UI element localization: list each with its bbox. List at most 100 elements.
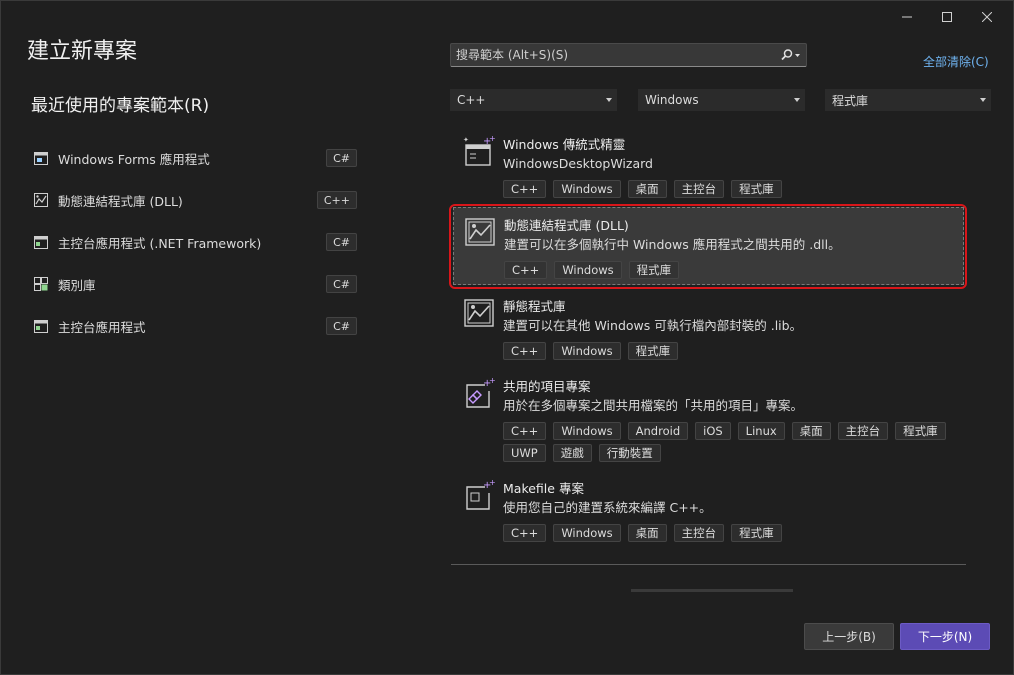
chevron-down-icon bbox=[606, 98, 612, 102]
window-controls bbox=[887, 7, 1007, 27]
template-item-windows-desktop-wizard[interactable]: + + ✦ Windows 傳統式精靈 WindowsDesktopWizard C… bbox=[451, 127, 966, 207]
language-badge: C# bbox=[326, 149, 357, 167]
tag: C++ bbox=[504, 261, 548, 279]
maximize-button[interactable] bbox=[927, 7, 967, 27]
platform-filter-dropdown[interactable]: Windows bbox=[638, 89, 805, 111]
template-list: + + ✦ Windows 傳統式精靈 WindowsDesktopWizard C… bbox=[449, 127, 967, 551]
template-tags: C++ Windows 程式庫 bbox=[504, 261, 953, 279]
language-badge: C# bbox=[326, 317, 357, 335]
class-library-icon bbox=[34, 277, 48, 291]
template-description: 建置可以在其他 Windows 可執行檔內部封裝的 .lib。 bbox=[503, 318, 803, 333]
template-name: 動態連結程式庫 (DLL) bbox=[504, 218, 629, 233]
chevron-down-icon bbox=[980, 98, 986, 102]
recent-item-label: 類別庫 bbox=[58, 277, 96, 293]
template-name: 靜態程式庫 bbox=[503, 299, 566, 314]
chevron-down-icon bbox=[794, 98, 800, 102]
recent-templates-heading: 最近使用的專案範本(R) bbox=[31, 96, 210, 116]
tag: 程式庫 bbox=[895, 422, 946, 440]
language-filter-dropdown[interactable]: C++ bbox=[450, 89, 617, 111]
platform-filter-value: Windows bbox=[645, 93, 699, 107]
makefile-project-icon: + + bbox=[463, 478, 496, 511]
template-tags: C++ Windows 桌面 主控台 程式庫 bbox=[503, 524, 956, 542]
dll-library-icon bbox=[464, 216, 496, 248]
language-badge: C# bbox=[326, 275, 357, 293]
template-description: 建置可以在多個執行中 Windows 應用程式之間共用的 .dll。 bbox=[504, 237, 841, 252]
close-icon bbox=[982, 12, 992, 22]
search-input[interactable] bbox=[451, 48, 776, 62]
search-icon[interactable] bbox=[776, 49, 806, 61]
recent-item[interactable]: 類別庫 C# bbox=[31, 263, 361, 305]
tag: 程式庫 bbox=[628, 261, 680, 279]
template-item-shared-items[interactable]: + + 共用的項目專案 用於在多個專案之間共用檔案的「共用的項目」專案。 C++ … bbox=[451, 369, 966, 471]
tag: C++ bbox=[503, 342, 547, 360]
recent-item-label: 主控台應用程式 bbox=[58, 319, 146, 335]
tag: Windows bbox=[553, 180, 621, 198]
template-description: WindowsDesktopWizard bbox=[503, 156, 653, 171]
recent-item[interactable]: 主控台應用程式 C# bbox=[31, 305, 361, 347]
language-badge: C++ bbox=[316, 191, 357, 209]
tag: C++ bbox=[503, 422, 547, 440]
tag: UWP bbox=[503, 444, 546, 462]
template-description: 使用您自己的建置系統來編譯 C++。 bbox=[503, 500, 712, 515]
recent-item[interactable]: Windows Forms 應用程式 C# bbox=[31, 137, 361, 179]
tag: Android bbox=[627, 422, 689, 440]
template-name: Makefile 專案 bbox=[503, 481, 584, 496]
template-item-makefile[interactable]: + + Makefile 專案 使用您自己的建置系統來編譯 C++。 C++ Wi… bbox=[451, 471, 966, 551]
template-item-dll[interactable]: 動態連結程式庫 (DLL) 建置可以在多個執行中 Windows 應用程式之間共… bbox=[449, 204, 967, 289]
next-button[interactable]: 下一步(N) bbox=[900, 623, 990, 650]
tag: 程式庫 bbox=[627, 342, 679, 360]
tag: C++ bbox=[503, 524, 547, 542]
static-library-icon bbox=[463, 297, 495, 329]
tag: 桌面 bbox=[627, 524, 667, 542]
recent-item[interactable]: 主控台應用程式 (.NET Framework) C# bbox=[31, 221, 361, 263]
project-type-filter-dropdown[interactable]: 程式庫 bbox=[825, 89, 991, 111]
tag: 桌面 bbox=[791, 422, 831, 440]
tag: 桌面 bbox=[627, 180, 667, 198]
language-badge: C# bbox=[326, 233, 357, 251]
back-button[interactable]: 上一步(B) bbox=[804, 623, 894, 650]
template-name: Windows 傳統式精靈 bbox=[503, 137, 626, 152]
wizard-icon: + + ✦ bbox=[463, 134, 496, 167]
minimize-icon bbox=[902, 16, 912, 18]
tag: C++ bbox=[503, 180, 547, 198]
tag: 程式庫 bbox=[731, 524, 782, 542]
clear-all-link[interactable]: 全部清除(C) bbox=[923, 53, 989, 70]
template-search-box bbox=[450, 43, 807, 67]
tag: 主控台 bbox=[673, 180, 725, 198]
tag: 程式庫 bbox=[731, 180, 782, 198]
tag: Windows bbox=[553, 422, 621, 440]
template-name: 共用的項目專案 bbox=[503, 379, 591, 394]
template-tags: C++ Windows Android iOS Linux 桌面 主控台 程式庫… bbox=[503, 422, 956, 462]
tag: 行動裝置 bbox=[598, 444, 661, 462]
tag: 主控台 bbox=[673, 524, 725, 542]
form-window-icon bbox=[34, 151, 48, 165]
template-description: 用於在多個專案之間共用檔案的「共用的項目」專案。 bbox=[503, 398, 804, 413]
console-app-icon bbox=[34, 235, 48, 249]
tag: Windows bbox=[553, 342, 621, 360]
tag: 主控台 bbox=[837, 422, 889, 440]
project-type-filter-value: 程式庫 bbox=[832, 93, 869, 108]
recent-item-label: Windows Forms 應用程式 bbox=[58, 151, 210, 167]
tag: 遊戲 bbox=[552, 444, 592, 462]
tag: Windows bbox=[554, 261, 622, 279]
shared-items-icon: + + bbox=[463, 376, 496, 409]
minimize-button[interactable] bbox=[887, 7, 927, 27]
svg-text:+: + bbox=[489, 377, 495, 385]
tag: Windows bbox=[553, 524, 621, 542]
tag: Linux bbox=[737, 422, 785, 440]
horizontal-scrollbar[interactable] bbox=[631, 589, 793, 592]
close-button[interactable] bbox=[967, 7, 1007, 27]
tag: iOS bbox=[695, 422, 731, 440]
recent-item[interactable]: 動態連結程式庫 (DLL) C++ bbox=[31, 179, 361, 221]
console-app-icon bbox=[34, 319, 48, 333]
svg-text:+: + bbox=[489, 135, 495, 143]
language-filter-value: C++ bbox=[457, 93, 486, 107]
template-item-static-library[interactable]: 靜態程式庫 建置可以在其他 Windows 可執行檔內部封裝的 .lib。 C+… bbox=[451, 289, 966, 369]
template-tags: C++ Windows 桌面 主控台 程式庫 bbox=[503, 180, 956, 198]
dll-library-icon bbox=[34, 193, 48, 207]
recent-item-label: 主控台應用程式 (.NET Framework) bbox=[58, 235, 262, 251]
svg-text:+: + bbox=[489, 479, 495, 487]
template-tags: C++ Windows 程式庫 bbox=[503, 342, 956, 360]
page-title: 建立新專案 bbox=[27, 39, 138, 64]
template-list-divider bbox=[451, 564, 966, 565]
